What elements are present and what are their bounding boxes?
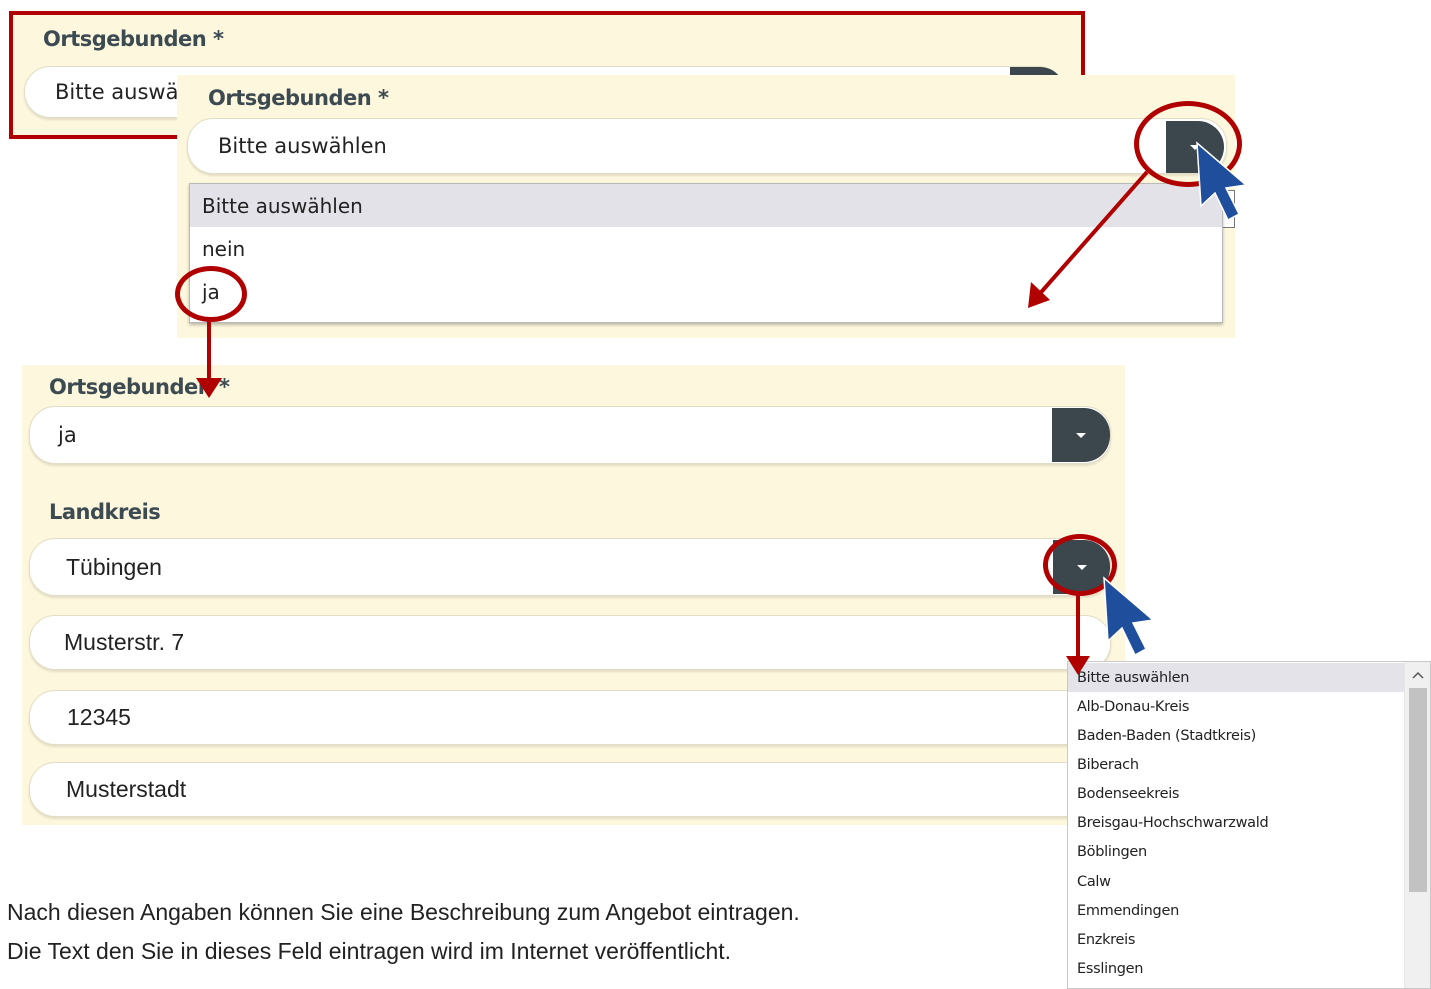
dropdown-field-label: Ortsgebunden * [208, 86, 389, 110]
landkreis-option[interactable]: Esslingen [1068, 954, 1404, 983]
instruction-line-2: Die Text den Sie in dieses Feld eintrage… [7, 938, 732, 964]
landkreis-label: Landkreis [49, 500, 161, 524]
dropdown-options: Bitte auswählen nein ja [189, 183, 1223, 323]
scrollbar[interactable] [1404, 662, 1430, 988]
ortsgebunden-select[interactable]: ja [29, 406, 1111, 464]
landkreis-option[interactable]: Böblingen [1068, 837, 1404, 866]
dropdown-select-value: Bitte auswählen [218, 134, 387, 158]
landkreis-option[interactable]: Alb-Donau-Kreis [1068, 692, 1404, 721]
zip-input[interactable]: 12345 [29, 690, 1111, 745]
city-value: Musterstadt [66, 776, 187, 802]
ortsgebunden-button[interactable] [1052, 408, 1110, 462]
street-value: Musterstr. 7 [64, 629, 185, 655]
scroll-thumb[interactable] [1409, 688, 1427, 892]
caret-down-icon [1076, 433, 1086, 438]
dropdown-option-bitte[interactable]: Bitte auswählen [190, 184, 1222, 227]
dropdown-option-ja[interactable]: ja [190, 270, 1222, 313]
landkreis-button-highlight-ring [1043, 534, 1117, 596]
landkreis-option[interactable]: Bodenseekreis [1068, 779, 1404, 808]
option-ja-highlight-ring [175, 266, 247, 322]
landkreis-option[interactable]: Breisgau-Hochschwarzwald [1068, 808, 1404, 837]
landkreis-list[interactable]: Bitte auswählen Alb-Donau-Kreis Baden-Ba… [1067, 661, 1431, 989]
landkreis-option[interactable]: Enzkreis [1068, 925, 1404, 954]
landkreis-option[interactable]: Biberach [1068, 750, 1404, 779]
instruction-line-1: Nach diesen Angaben können Sie eine Besc… [7, 899, 800, 925]
landkreis-option[interactable]: Baden-Baden (Stadtkreis) [1068, 721, 1404, 750]
landkreis-option[interactable]: Calw [1068, 867, 1404, 896]
landkreis-select[interactable]: Tübingen [29, 538, 1111, 596]
landkreis-value: Tübingen [66, 553, 162, 580]
dropdown-select[interactable]: Bitte auswählen [187, 118, 1227, 174]
street-input[interactable]: Musterstr. 7 [29, 615, 1111, 670]
ortsgebunden-value: ja [58, 423, 77, 447]
dropdown-option-nein[interactable]: nein [190, 227, 1222, 270]
ortsgebunden-label: Ortsgebunden * [49, 375, 230, 399]
landkreis-option[interactable]: Bitte auswählen [1068, 663, 1404, 692]
scroll-up-arrow-icon[interactable] [1405, 662, 1430, 688]
landkreis-option[interactable]: Emmendingen [1068, 896, 1404, 925]
zip-value: 12345 [67, 704, 131, 730]
city-input[interactable]: Musterstadt [29, 762, 1111, 817]
button-highlight-ring [1134, 101, 1242, 187]
